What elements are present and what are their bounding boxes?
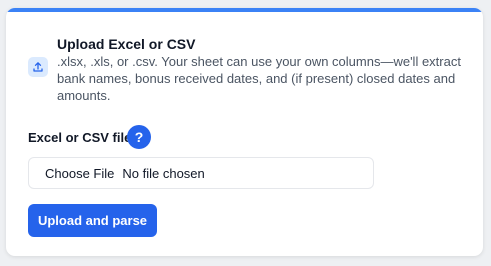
upload-description: .xlsx, .xls, or .csv. Your sheet can use… <box>57 54 461 103</box>
upload-icon <box>28 57 48 77</box>
help-button[interactable]: ? <box>127 125 151 149</box>
file-input[interactable]: Choose File No file chosen <box>28 157 374 189</box>
upload-and-parse-button[interactable]: Upload and parse <box>28 204 157 237</box>
choose-file-button[interactable]: Choose File <box>45 166 114 181</box>
upload-title: Upload Excel or CSV <box>57 36 196 52</box>
upload-card: Upload Excel or CSV .xlsx, .xls, or .csv… <box>6 8 483 256</box>
file-status-text: No file chosen <box>122 165 205 181</box>
accent-bar <box>6 8 483 12</box>
file-field-label: Excel or CSV file <box>28 130 132 145</box>
